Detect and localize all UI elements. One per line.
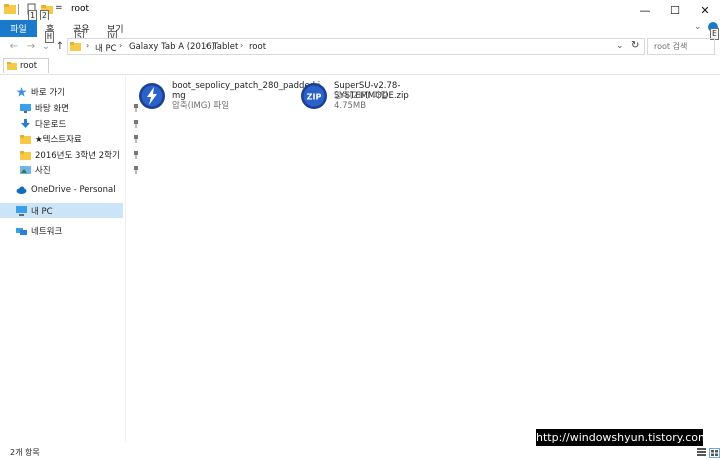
nav-onedrive-label: OneDrive - Personal xyxy=(31,185,116,195)
address-dropdown-button[interactable]: ⌄ xyxy=(616,41,624,51)
file-size: 4.75MB xyxy=(334,101,367,111)
pin-icon[interactable] xyxy=(133,135,139,143)
close-button[interactable]: ✕ xyxy=(690,0,720,20)
breadcrumb-galaxy-tab[interactable]: Galaxy Tab A (2016) xyxy=(129,42,215,52)
network-icon xyxy=(16,228,27,235)
forward-button[interactable]: → xyxy=(25,40,37,53)
file-type: 압축(ZIP) 파일 xyxy=(334,91,389,101)
recent-locations-button[interactable]: ⌄ xyxy=(40,40,52,53)
maximize-button[interactable]: ☐ xyxy=(660,0,690,20)
nav-quick-access-label: 바로 가기 xyxy=(31,88,65,98)
nav-network[interactable]: 네트워크 xyxy=(0,223,139,239)
nav-network-label: 네트워크 xyxy=(31,227,63,237)
breadcrumb-separator: › xyxy=(86,41,90,50)
minimize-button[interactable]: — xyxy=(630,0,660,20)
breadcrumb-this-pc[interactable]: 내 PC xyxy=(95,42,117,54)
folder-icon xyxy=(20,135,31,144)
file-type: 압축(IMG) 파일 xyxy=(172,101,230,111)
nav-item-text-materials[interactable]: ★텍스트자료 xyxy=(0,131,143,147)
folder-icon xyxy=(20,151,31,160)
search-input[interactable]: root 검색 xyxy=(647,38,715,55)
quick-access-divider xyxy=(18,4,19,15)
computer-icon xyxy=(16,206,27,216)
folder-icon xyxy=(70,42,81,51)
breadcrumb-separator: › xyxy=(205,41,209,50)
archive-zip-icon: ZIP xyxy=(301,83,327,109)
nav-item-label: 사진 xyxy=(35,166,51,176)
large-icons-view-icon[interactable] xyxy=(709,448,720,458)
nav-this-pc-label: 내 PC xyxy=(31,207,53,217)
watermark: http://windowshyun.tistory.com xyxy=(536,429,709,446)
breadcrumb-separator: › xyxy=(240,41,244,50)
star-icon xyxy=(16,87,27,97)
nav-item-semester-folder[interactable]: 2016년도 3학년 2학기 xyxy=(0,147,143,163)
download-icon xyxy=(21,119,30,128)
pictures-icon xyxy=(20,166,31,174)
archive-img-icon xyxy=(139,83,165,109)
folder-icon xyxy=(7,62,17,70)
nav-quick-access[interactable]: 바로 가기 xyxy=(0,84,139,100)
file-item[interactable]: ZIP SuperSU-v2.78-SYSTEMMODE.zip 압축(ZIP)… xyxy=(298,80,468,112)
window-title: root xyxy=(71,4,90,14)
back-button[interactable]: ← xyxy=(8,40,20,53)
breadcrumb-tablet[interactable]: Tablet xyxy=(213,42,238,52)
up-button[interactable]: ↑ xyxy=(54,40,66,53)
refresh-button[interactable]: ↻ xyxy=(631,40,639,51)
nav-onedrive[interactable]: OneDrive - Personal xyxy=(0,182,139,198)
ribbon-expand-icon[interactable]: ⌄ xyxy=(694,22,702,32)
cloud-icon xyxy=(16,186,27,194)
pin-icon[interactable] xyxy=(133,120,139,128)
nav-item-downloads[interactable]: 다운로드 xyxy=(0,116,143,132)
nav-item-label: 다운로드 xyxy=(35,120,67,130)
folder-icon xyxy=(4,4,16,14)
nav-item-label: 바탕 화면 xyxy=(35,104,69,114)
file-tab[interactable]: 파일 xyxy=(0,20,37,37)
nav-item-label: ★텍스트자료 xyxy=(35,135,82,145)
nav-this-pc[interactable]: 내 PC xyxy=(0,203,139,219)
nav-item-label: 2016년도 3학년 2학기 xyxy=(35,151,120,161)
breadcrumb-root[interactable]: root xyxy=(249,42,266,52)
breadcrumb-separator: › xyxy=(119,41,123,50)
status-item-count: 2개 항목 xyxy=(10,448,40,457)
file-name-continued: mg xyxy=(172,91,186,101)
folder-tab-label: root xyxy=(20,61,38,71)
nav-item-pictures[interactable]: 사진 xyxy=(0,162,143,178)
details-view-icon[interactable] xyxy=(697,448,706,456)
file-item[interactable]: boot_sepolicy_patch_280_padded.i mg 압축(I… xyxy=(136,80,320,112)
title-bar xyxy=(0,0,720,20)
tab-bar xyxy=(0,57,720,75)
quick-access-dropdown[interactable]: = xyxy=(55,3,63,13)
desktop-icon xyxy=(20,104,31,113)
pin-icon[interactable] xyxy=(133,166,139,174)
svg-text:ZIP: ZIP xyxy=(307,93,322,102)
nav-item-desktop[interactable]: 바탕 화면 xyxy=(0,100,143,116)
pin-icon[interactable] xyxy=(133,151,139,159)
